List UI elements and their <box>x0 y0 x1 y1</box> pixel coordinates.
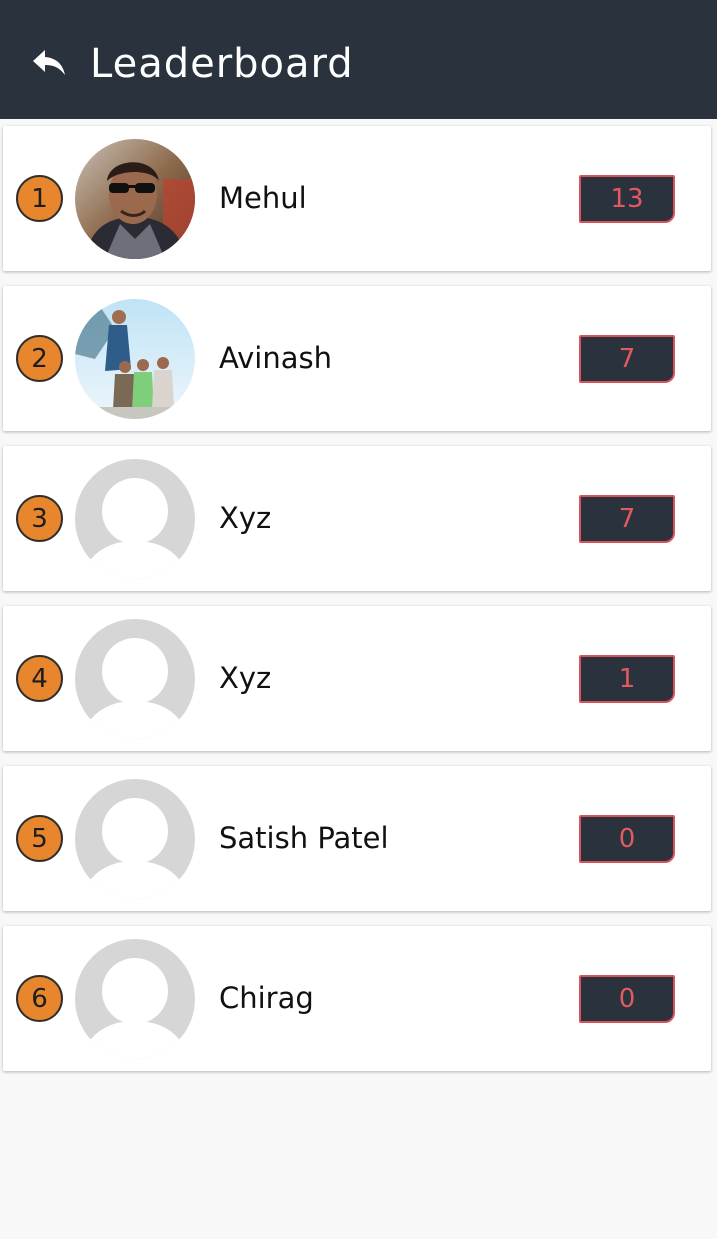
rank-badge: 5 <box>16 815 63 862</box>
player-name: Satish Patel <box>219 821 389 855</box>
score-badge: 13 <box>579 175 675 223</box>
leaderboard-row[interactable]: 5 Satish Patel 0 <box>3 766 711 911</box>
rank-badge: 6 <box>16 975 63 1022</box>
player-name: Chirag <box>219 981 314 1015</box>
user-photo-avatar <box>75 299 195 419</box>
rank-badge: 1 <box>16 175 63 222</box>
default-avatar-icon <box>75 619 195 739</box>
rank-badge: 4 <box>16 655 63 702</box>
player-name: Xyz <box>219 501 272 535</box>
score-badge: 0 <box>579 815 675 863</box>
player-name: Mehul <box>219 181 307 215</box>
score-badge: 7 <box>579 495 675 543</box>
leaderboard-row[interactable]: 6 Chirag 0 <box>3 926 711 1071</box>
leaderboard-row[interactable]: 4 Xyz 1 <box>3 606 711 751</box>
score-badge: 1 <box>579 655 675 703</box>
back-button[interactable] <box>28 44 70 82</box>
leaderboard-row[interactable]: 1 Mehul 13 <box>3 126 711 271</box>
leaderboard-row[interactable]: 2 Avinash 7 <box>3 286 711 431</box>
back-arrow-icon <box>33 50 65 75</box>
score-badge: 0 <box>579 975 675 1023</box>
rank-badge: 2 <box>16 335 63 382</box>
user-photo-avatar <box>75 139 195 259</box>
rank-badge: 3 <box>16 495 63 542</box>
app-bar: Leaderboard <box>0 0 717 119</box>
player-name: Avinash <box>219 341 332 375</box>
player-name: Xyz <box>219 661 272 695</box>
score-badge: 7 <box>579 335 675 383</box>
leaderboard-row[interactable]: 3 Xyz 7 <box>3 446 711 591</box>
default-avatar-icon <box>75 939 195 1059</box>
page-title: Leaderboard <box>90 41 354 87</box>
default-avatar-icon <box>75 459 195 579</box>
leaderboard-list: 1 Mehul 13 2 Avinash 7 3 Xyz 7 4 Xyz 1 5… <box>3 126 711 1086</box>
default-avatar-icon <box>75 779 195 899</box>
